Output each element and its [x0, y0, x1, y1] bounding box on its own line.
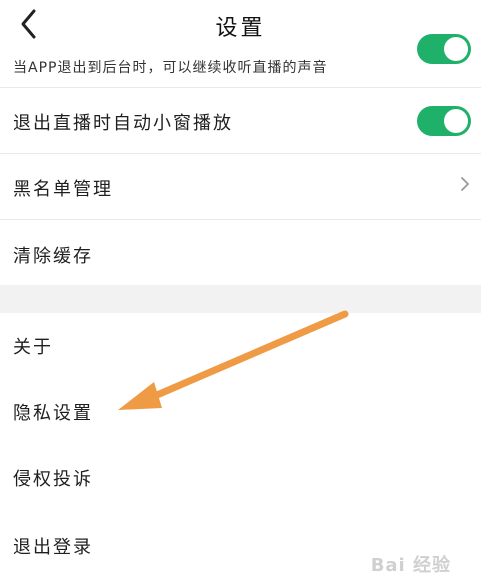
- clear-cache-label: 清除缓存: [13, 246, 93, 267]
- logout-label: 退出登录: [13, 537, 93, 558]
- privacy-settings-row[interactable]: 隐私设置: [0, 379, 481, 445]
- blacklist-row[interactable]: 黑名单管理: [0, 154, 481, 220]
- background-play-toggle[interactable]: [417, 34, 471, 64]
- background-play-row: 当APP退出到后台时，可以继续收听直播的声音: [0, 34, 481, 88]
- watermark-logo: Bai 经验: [370, 555, 451, 576]
- mini-window-row: 退出直播时自动小窗播放: [0, 88, 481, 154]
- about-row[interactable]: 关于: [0, 313, 481, 379]
- navigation-bar: 设置: [0, 0, 481, 48]
- privacy-settings-label: 隐私设置: [13, 403, 93, 424]
- toggle-knob: [444, 37, 468, 61]
- toggle-knob: [444, 109, 468, 133]
- infringement-complaint-label: 侵权投诉: [13, 469, 93, 490]
- infringement-complaint-row[interactable]: 侵权投诉: [0, 445, 481, 511]
- blacklist-label: 黑名单管理: [13, 179, 113, 200]
- section-divider: [0, 285, 481, 313]
- background-play-description: 当APP退出到后台时，可以继续收听直播的声音: [13, 60, 328, 76]
- clear-cache-row[interactable]: 清除缓存: [0, 220, 481, 285]
- page-title: 设置: [215, 16, 266, 41]
- chevron-right-icon: [461, 177, 469, 191]
- about-label: 关于: [13, 337, 53, 358]
- mini-window-label: 退出直播时自动小窗播放: [13, 113, 233, 134]
- mini-window-toggle[interactable]: [417, 106, 471, 136]
